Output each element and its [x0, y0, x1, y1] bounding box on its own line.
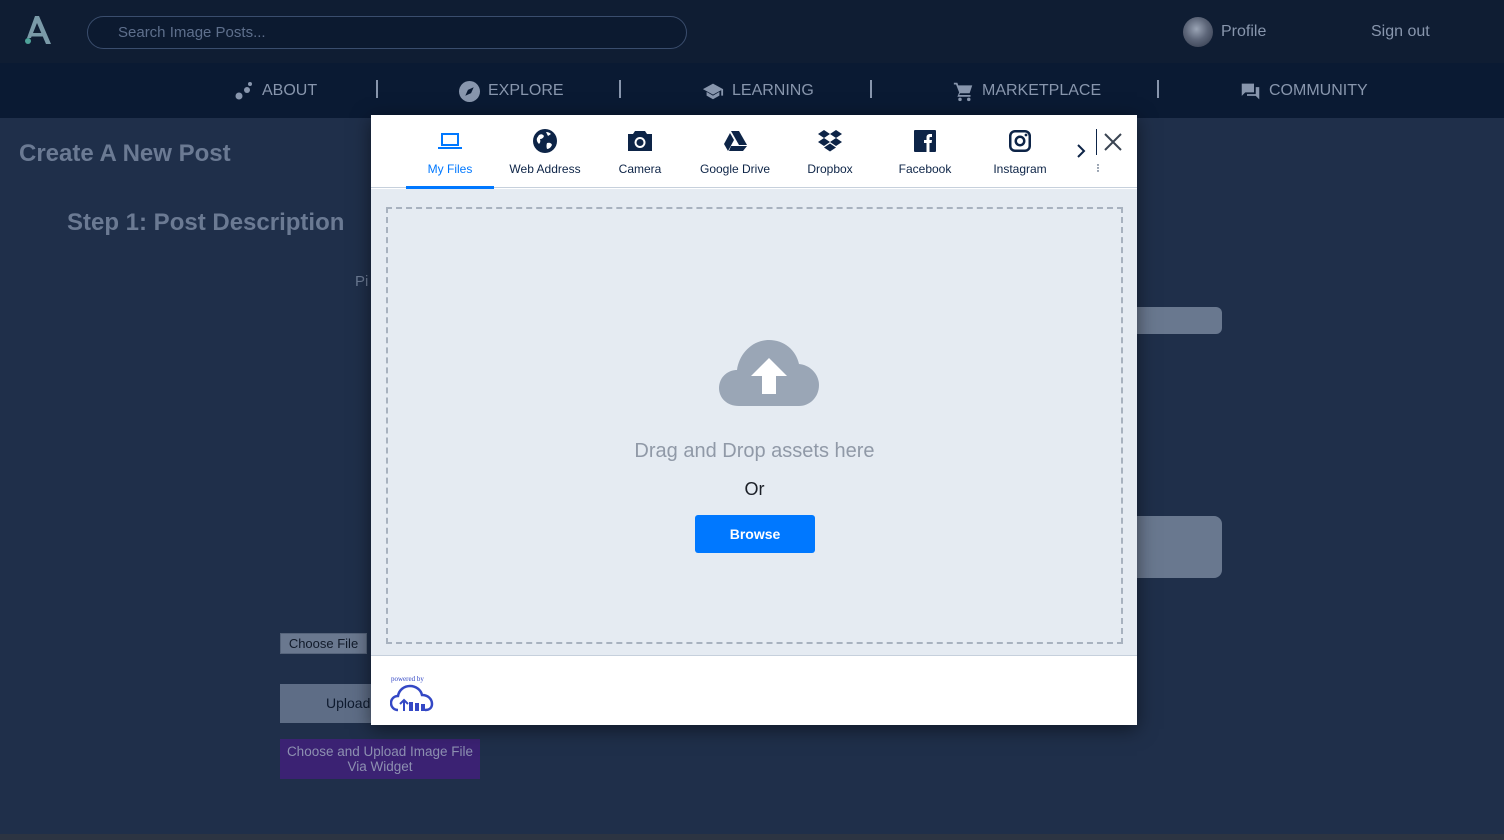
camera-icon — [628, 131, 652, 151]
nav-separator — [619, 80, 621, 98]
upload-widget-button[interactable]: Choose and Upload Image File Via Widget — [280, 739, 480, 779]
more-dots-icon — [1097, 164, 1099, 172]
instagram-icon — [1009, 130, 1031, 152]
drag-drop-text: Drag and Drop assets here — [634, 440, 875, 462]
dropbox-icon — [818, 130, 842, 152]
source-tabs: My Files Web Address Camera Google Drive… — [371, 115, 1137, 189]
top-bar: Profile Sign out — [0, 0, 1504, 63]
nav-item-label: MARKETPLACE — [982, 82, 1102, 99]
tab-my-files[interactable]: My Files — [406, 115, 494, 189]
app-logo[interactable] — [22, 14, 52, 46]
nav-separator — [376, 80, 378, 98]
tab-label: Camera — [618, 162, 662, 176]
nav-item-label: LEARNING — [732, 82, 814, 99]
upload-button[interactable]: Upload — [280, 684, 371, 723]
browse-button[interactable]: Browse — [695, 515, 815, 553]
close-icon[interactable] — [1103, 132, 1123, 152]
drop-area: Drag and Drop assets here Or Browse — [371, 189, 1137, 655]
tab-facebook[interactable]: Facebook — [881, 115, 969, 188]
sign-out-link[interactable]: Sign out — [1371, 23, 1430, 41]
nav-item-label: EXPLORE — [488, 82, 564, 99]
tab-label: Instagram — [993, 162, 1047, 176]
tab-google-drive[interactable]: Google Drive — [691, 115, 779, 188]
nav-separator — [870, 80, 872, 98]
graduation-cap-icon — [702, 83, 724, 100]
tab-web-address[interactable]: Web Address — [501, 115, 589, 188]
page-title: Create A New Post — [19, 140, 231, 167]
tab-label: Dropbox — [807, 162, 853, 176]
nav-item-about[interactable]: ABOUT — [234, 79, 317, 103]
facebook-icon — [914, 130, 936, 152]
cloudinary-logo — [390, 684, 434, 712]
upload-widget-modal: My Files Web Address Camera Google Drive… — [371, 115, 1137, 725]
tabs-divider — [1096, 129, 1097, 155]
nav-item-label: COMMUNITY — [1269, 82, 1368, 99]
chat-icon — [1241, 83, 1260, 99]
nav-item-community[interactable]: COMMUNITY — [1240, 79, 1368, 103]
globe-icon — [533, 129, 557, 153]
choose-file-button[interactable]: Choose File — [280, 633, 367, 654]
text-field[interactable] — [1137, 307, 1222, 334]
laptop-icon — [438, 133, 462, 149]
avatar[interactable] — [1183, 17, 1213, 47]
modal-footer: powered by — [371, 655, 1137, 725]
search-input[interactable] — [88, 17, 686, 48]
tab-camera[interactable]: Camera — [596, 115, 684, 188]
nav-separator — [1157, 80, 1159, 98]
chevron-right-icon[interactable] — [1074, 142, 1088, 160]
nav-item-explore[interactable]: EXPLORE — [459, 79, 564, 103]
tab-label: Facebook — [898, 162, 952, 176]
field-label: Pi — [355, 273, 369, 290]
cloud-upload-icon — [719, 340, 819, 406]
search-bar[interactable] — [87, 16, 687, 49]
bottom-strip — [0, 834, 1504, 840]
or-text: Or — [744, 479, 765, 499]
tab-instagram[interactable]: Instagram — [976, 115, 1064, 188]
tab-dropbox[interactable]: Dropbox — [786, 115, 874, 188]
nav-item-learning[interactable]: LEARNING — [702, 79, 814, 103]
compass-icon — [459, 80, 480, 102]
nav-item-label: ABOUT — [262, 82, 318, 99]
description-field[interactable] — [1137, 516, 1222, 578]
step-title: Step 1: Post Description — [67, 209, 345, 236]
tab-label: Web Address — [509, 162, 581, 176]
dots-icon — [235, 82, 252, 100]
nav-item-marketplace[interactable]: MARKETPLACE — [953, 79, 1101, 103]
google-drive-icon — [724, 131, 747, 151]
cart-icon — [953, 82, 973, 101]
tab-label: My Files — [427, 162, 473, 176]
tab-label: Google Drive — [699, 162, 771, 176]
powered-by-text: powered by — [391, 675, 424, 683]
nav-bar: ABOUT EXPLORE LEARNING MARKETPLACE COMMU… — [0, 63, 1504, 118]
drop-zone[interactable]: Drag and Drop assets here Or Browse — [386, 207, 1123, 644]
profile-link[interactable]: Profile — [1221, 23, 1266, 41]
